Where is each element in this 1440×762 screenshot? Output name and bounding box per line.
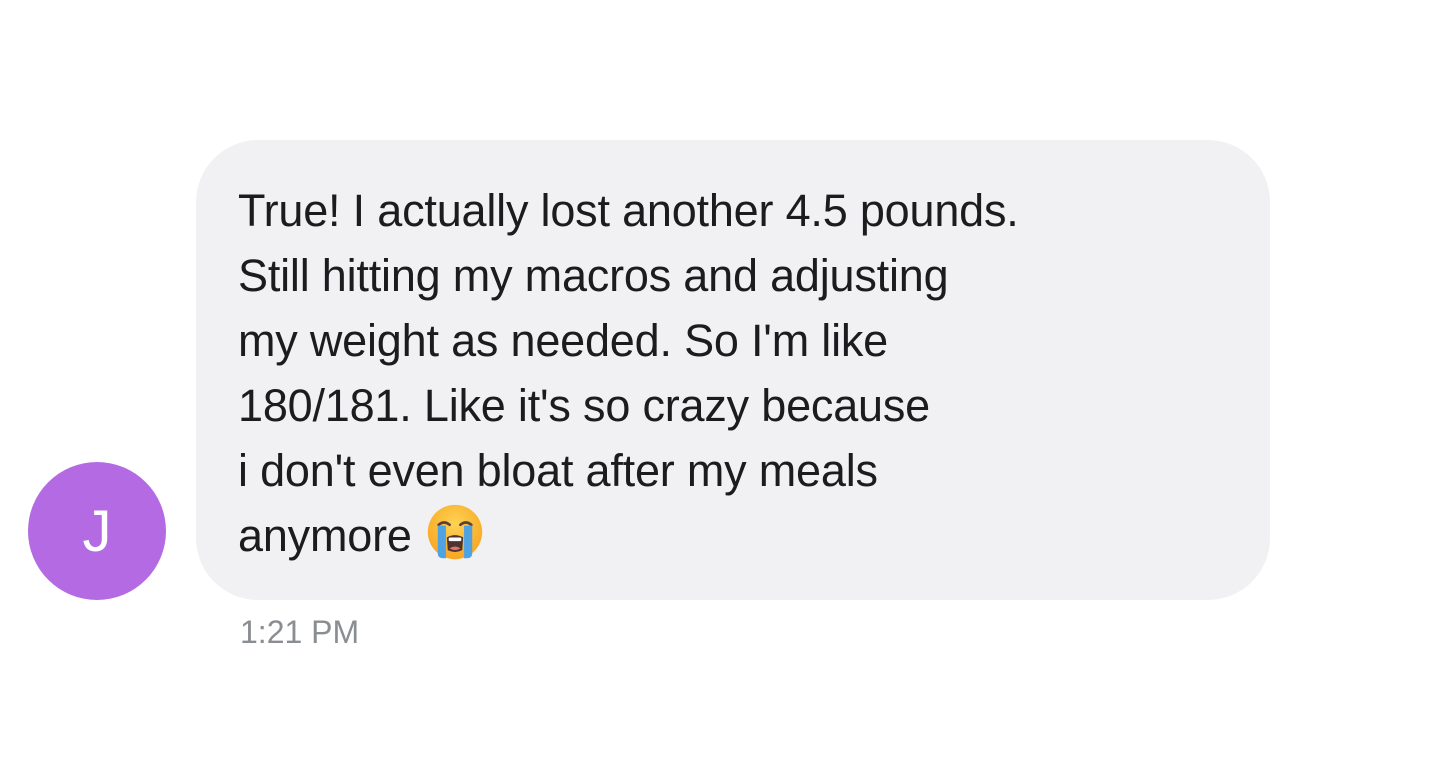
message-last-line: anymore: [238, 503, 1230, 568]
avatar-initial: J: [82, 499, 112, 564]
message-bubble[interactable]: True! I actually lost another 4.5 pounds…: [196, 140, 1270, 600]
message-line: 180/181. Like it's so crazy because: [238, 380, 930, 431]
message-line: Still hitting my macros and adjusting: [238, 250, 949, 301]
message-line: my weight as needed. So I'm like: [238, 315, 889, 366]
avatar[interactable]: J: [28, 462, 166, 600]
message-line: True! I actually lost another 4.5 pounds…: [238, 185, 1019, 236]
loudly-crying-face-icon: [427, 504, 482, 560]
conversation-view: J True! I actually lost another 4.5 poun…: [0, 0, 1440, 762]
message-timestamp: 1:21 PM: [240, 614, 360, 650]
message-line: i don't even bloat after my meals: [238, 445, 878, 496]
message-line-text: anymore: [238, 510, 412, 561]
